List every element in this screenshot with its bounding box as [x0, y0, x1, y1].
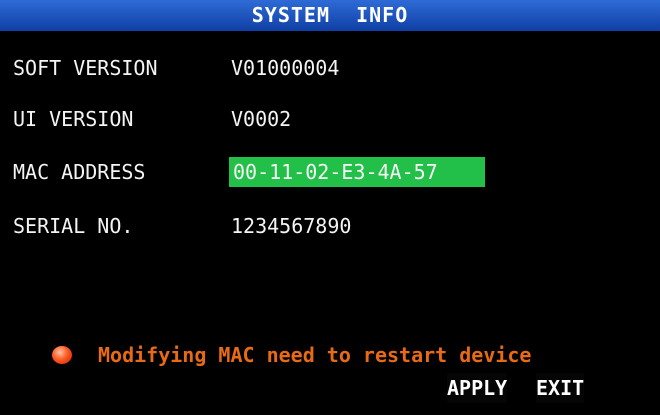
- ui-version-value: V0002: [231, 107, 292, 131]
- soft-version-value: V01000004: [231, 56, 340, 80]
- soft-version-label: SOFT VERSION: [13, 56, 158, 80]
- ui-version-label: UI VERSION: [13, 107, 134, 131]
- serial-no-value: 1234567890: [231, 214, 352, 238]
- system-info-screen: SYSTEM INFO SOFT VERSION V01000004 UI VE…: [0, 0, 660, 415]
- soft-version-row: SOFT VERSION V01000004: [0, 48, 660, 88]
- mac-address-label: MAC ADDRESS: [13, 160, 146, 184]
- warning-dot-icon: [52, 346, 72, 364]
- ui-version-row: UI VERSION V0002: [0, 99, 660, 139]
- apply-button[interactable]: APPLY: [447, 373, 508, 403]
- serial-no-row: SERIAL NO. 1234567890: [0, 206, 660, 246]
- serial-no-label: SERIAL NO.: [13, 214, 134, 238]
- mac-address-row: MAC ADDRESS 00-11-02-E3-4A-57: [0, 152, 660, 192]
- restart-notice-text: Modifying MAC need to restart device: [98, 343, 532, 367]
- mac-address-field[interactable]: 00-11-02-E3-4A-57: [229, 157, 485, 187]
- exit-button[interactable]: EXIT: [536, 373, 585, 403]
- restart-notice: Modifying MAC need to restart device: [0, 340, 660, 370]
- window-title: SYSTEM INFO: [0, 0, 660, 31]
